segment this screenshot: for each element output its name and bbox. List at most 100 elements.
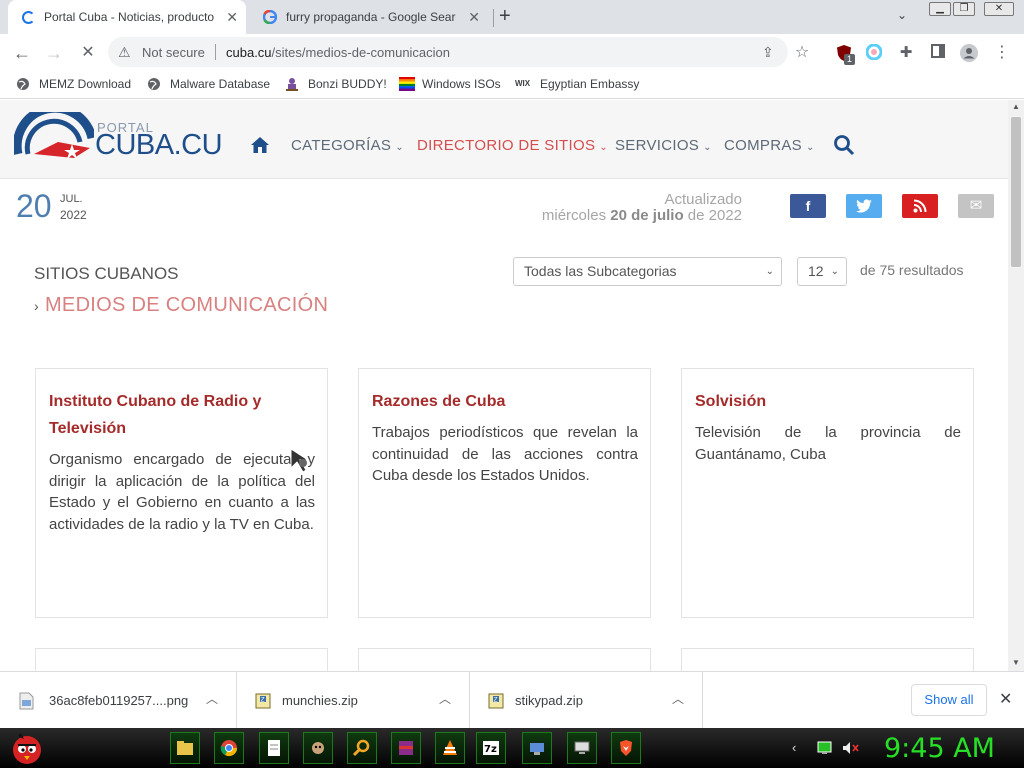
bookmark-bonzi-buddy[interactable]: Bonzi BUDDY! [285,77,387,91]
twitter-share-button[interactable]: t [846,194,882,218]
rss-button[interactable]: rss [902,194,938,218]
nav-directorio-de-sitios[interactable]: DIRECTORIO DE SITIOS ⌄ [417,137,608,154]
envelope-icon: ✉ [969,197,983,214]
scrollbar-thumb[interactable] [1011,117,1021,267]
download-item[interactable]: 36ac8feb0119257....png ︿ [0,672,237,729]
taskbar-search-icon[interactable] [347,732,377,764]
per-page-select[interactable]: 12 ⌄ [797,257,847,286]
taskbar-file-explorer-icon[interactable] [170,732,200,764]
taskbar-vlc-icon[interactable] [435,732,465,764]
share-icon[interactable]: ⇪ [762,44,774,61]
section-label: SITIOS CUBANOS [34,264,179,283]
facebook-share-button[interactable]: f [790,194,826,218]
stop-loading-icon[interactable]: ✕ [76,41,100,65]
close-icon[interactable]: ✕ [468,9,480,25]
back-arrow-icon[interactable]: ← [10,41,34,65]
close-window-button[interactable]: ✕ [984,2,1014,16]
bookmark-label: Malware Database [170,77,271,91]
download-item[interactable]: Z munchies.zip ︿ [237,672,470,729]
close-downloads-icon[interactable]: ✕ [999,689,1012,709]
profile-avatar-icon[interactable] [960,44,978,62]
nav-label: DIRECTORIO DE SITIOS [417,137,596,154]
nav-label: SERVICIOS [615,137,700,154]
tray-battery-icon[interactable] [817,741,833,760]
loading-spinner-icon [20,9,36,25]
page-scrollbar[interactable]: ▲ ▼ [1008,100,1024,671]
side-panel-icon[interactable] [929,44,947,62]
chevron-right-icon: › [34,298,39,314]
nav-categorias[interactable]: CATEGORÍAS ⌄ [291,137,404,154]
taskbar-clock[interactable]: 9:45 AM [884,733,995,764]
date-year: 2022 [60,208,87,222]
bookmark-windows-isos[interactable]: Windows ISOs [399,77,501,91]
tab-search-chevron-icon[interactable]: ⌄ [897,8,907,22]
home-icon[interactable] [250,136,270,159]
svg-text:Z: Z [261,697,265,704]
facebook-icon: f [805,198,811,214]
minimize-button[interactable]: ▁ [929,2,951,16]
card-title[interactable]: Razones de Cuba [372,388,638,415]
taskbar-winrar-icon[interactable] [391,732,421,764]
updated-weekday: miércoles [541,207,611,224]
site-card[interactable]: Razones de Cuba Trabajos periodísticos q… [358,368,651,618]
nav-compras[interactable]: COMPRAS ⌄ [724,137,815,154]
site-card[interactable] [35,648,328,671]
taskbar-notepad-icon[interactable] [259,732,289,764]
updated-info: Actualizado miércoles 20 de julio de 202… [542,192,742,224]
bookmark-egyptian-embassy[interactable]: WIX Egyptian Embassy [515,77,639,91]
tray-chevron-icon[interactable]: ‹ [792,740,796,755]
taskbar-7zip-icon[interactable]: 7z [476,732,506,764]
bonzi-icon [285,77,299,91]
close-icon[interactable]: ✕ [226,9,238,25]
section-title-text: MEDIOS DE COMUNICACIÓN [44,294,329,316]
bookmark-memz[interactable]: MEMZ Download [16,77,131,91]
card-description: Trabajos periodísticos que revelan la co… [372,424,638,484]
logo-cuba-text[interactable]: CUBA.CU [95,129,223,162]
start-angry-bird-icon[interactable] [8,729,46,768]
bookmark-star-icon[interactable]: ☆ [793,44,811,62]
taskbar-app-icon[interactable] [303,732,333,764]
date-month: JUL. [60,193,83,205]
card-title[interactable]: Solvisión [695,388,961,415]
svg-text:7z: 7z [484,744,497,755]
scroll-up-icon[interactable]: ▲ [1012,102,1020,111]
site-card[interactable]: Solvisión Televisión de la provincia de … [681,368,974,618]
tab-google-search[interactable]: furry propaganda - Google Searc ✕ [250,0,488,34]
search-icon[interactable] [833,134,855,161]
portal-cuba-logo-icon[interactable] [12,103,97,167]
taskbar-monitor-icon[interactable] [567,732,597,764]
subcategory-select[interactable]: Todas las Subcategorias ⌄ [513,257,782,286]
taskbar: 7z ‹ 9:45 AM [0,728,1024,768]
menu-kebab-icon[interactable]: ⋮ [993,44,1011,62]
tab-strip: Portal Cuba - Noticias, productos ✕ furr… [0,0,1024,34]
show-all-downloads-button[interactable]: Show all [911,684,987,716]
taskbar-brave-icon[interactable] [611,732,641,764]
address-divider [215,44,216,60]
download-item[interactable]: Z stikypad.zip ︿ [470,672,703,729]
chevron-up-icon[interactable]: ︿ [439,690,451,707]
site-card[interactable] [358,648,651,671]
puzzle-extensions-icon[interactable]: ✚ [897,44,915,62]
forward-arrow-icon[interactable]: → [42,41,66,65]
site-card[interactable] [681,648,974,671]
site-card[interactable]: Instituto Cubano de Radio y Televisión O… [35,368,328,618]
tray-volume-muted-icon[interactable] [842,741,860,760]
extension-pride-icon[interactable] [865,43,883,62]
chevron-up-icon[interactable]: ︿ [206,690,218,707]
results-count: de 75 resultados [860,262,964,278]
twitter-icon [856,199,872,216]
card-title[interactable]: Instituto Cubano de Radio y Televisión [49,388,315,442]
chevron-up-icon[interactable]: ︿ [672,690,684,707]
address-bar[interactable]: ⚠ Not secure cuba.cu/sites/medios-de-com… [108,37,788,67]
zip-file-icon: Z [255,692,271,710]
bookmarks-bar: MEMZ Download Malware Database Bonzi BUD… [0,71,1024,99]
restore-button[interactable]: ❐ [953,2,975,16]
email-share-button[interactable]: ✉ [958,194,994,218]
nav-servicios[interactable]: SERVICIOS ⌄ [615,137,712,154]
scroll-down-icon[interactable]: ▼ [1012,658,1020,667]
taskbar-network-icon[interactable] [522,732,552,764]
new-tab-button[interactable]: + [499,5,511,28]
taskbar-chrome-icon[interactable] [214,732,244,764]
bookmark-malware-database[interactable]: Malware Database [147,77,270,91]
tab-portal-cuba[interactable]: Portal Cuba - Noticias, productos ✕ [8,0,246,34]
